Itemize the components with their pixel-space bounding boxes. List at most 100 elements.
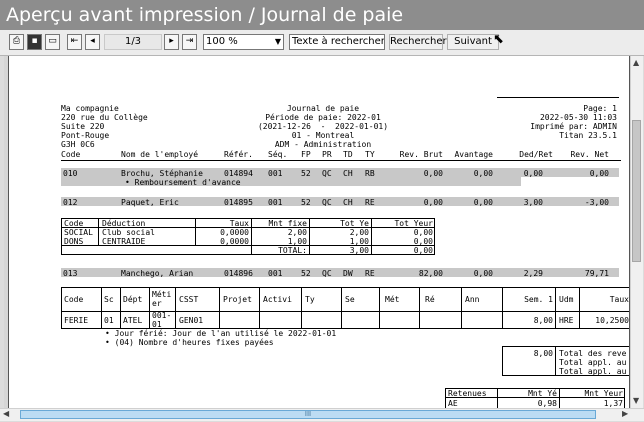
emp-ty: RE <box>365 269 375 278</box>
table-divider <box>101 287 102 328</box>
detail-note-holiday: • Jour férié: Jour de l'an utilisé le 20… <box>105 329 337 338</box>
detail-h-udm: Udm <box>559 295 574 304</box>
emp-net: 79,71 <box>584 269 609 278</box>
search-input[interactable]: Texte à rechercher... <box>289 34 385 50</box>
emp-fp: 52 <box>301 169 311 178</box>
col-fp: FP <box>301 150 311 159</box>
last-page-icon[interactable]: ⇥ <box>182 34 197 50</box>
employee-row[interactable]: 010 Brochu, Stéphanie 014894 001 52 QC C… <box>61 169 621 178</box>
ded-taux: 0,0000 <box>220 237 249 246</box>
ded-totye: 2,00 <box>349 228 369 237</box>
report-page: Ma compagnie 220 rue du Collège Suite 22… <box>8 56 630 408</box>
detail-h-csst: CSST <box>179 295 199 304</box>
col-avantage: Avantage <box>454 150 493 159</box>
table-divider <box>419 287 420 328</box>
detail-metier: 001- 01 <box>152 311 172 329</box>
page-number: Page: 1 <box>583 104 617 113</box>
detail-code: FERIE <box>64 316 89 325</box>
detail-h-ty: Ty <box>305 295 315 304</box>
horizontal-scrollbar[interactable]: ◀ III ▶ <box>0 408 644 421</box>
report-date: 2022-05-30 11:03 <box>539 113 617 122</box>
next-match-button[interactable]: Suivant <box>447 34 499 50</box>
employee-row[interactable]: 012 Paquet, Eric 014895 001 52 QC CH RE … <box>61 198 621 207</box>
detail-h-metier: Méti er <box>152 290 172 308</box>
first-page-icon[interactable]: ⇤ <box>67 34 82 50</box>
next-page-icon[interactable]: ▸ <box>164 34 179 50</box>
detail-h-taux: Taux <box>609 295 629 304</box>
save-icon[interactable]: ▪ <box>27 34 42 50</box>
table-divider <box>309 218 310 255</box>
ded-name: CENTRAIDE <box>102 237 146 246</box>
page-setup-icon[interactable]: ▭ <box>45 34 60 50</box>
table-divider <box>555 346 556 375</box>
company-postal: G3H 0C6 <box>61 140 95 149</box>
toolbar: ⎙ ▪ ▭ ⇤ ◂ 1/3 ▸ ⇥ 100 % ▼ Texte à recher… <box>0 30 644 56</box>
emp-seq: 001 <box>268 169 283 178</box>
company-name: Ma compagnie <box>61 104 119 113</box>
detail-sem1: 8,00 <box>533 316 553 325</box>
emp-pr: QC <box>322 269 332 278</box>
ded-h-totyeur: Tot Yeur <box>394 219 433 228</box>
vertical-scroll-thumb[interactable] <box>632 120 641 262</box>
scroll-left-icon[interactable]: ◀ <box>3 409 9 418</box>
ded-mnt: 2,00 <box>287 228 307 237</box>
ded-code: DONS <box>64 237 84 246</box>
software-version: Titan 23.5.1 <box>559 131 617 140</box>
scroll-down-icon[interactable]: ▼ <box>633 396 639 405</box>
table-divider <box>219 287 220 328</box>
retenues-h-mntyeur: Mnt Yeur <box>584 389 623 398</box>
col-net: Rev. Net <box>570 150 609 159</box>
emp-net: -3,00 <box>584 198 609 207</box>
emp-pr: QC <box>322 169 332 178</box>
summary-label-2: Total appl. au <box>559 358 627 367</box>
emp-ded: 3,00 <box>523 198 543 207</box>
zoom-select[interactable]: 100 % ▼ <box>203 34 284 50</box>
employee-row[interactable]: 013 Manchego, Arian 014896 001 52 QC DW … <box>61 269 621 278</box>
company-address2: Suite 220 <box>61 122 105 131</box>
emp-name: Paquet, Eric <box>121 198 179 207</box>
table-divider <box>497 388 498 408</box>
report-title: Journal de paie <box>286 104 360 113</box>
previous-page-icon[interactable]: ◂ <box>85 34 100 50</box>
company-address1: 220 rue du Collège <box>61 113 148 122</box>
emp-brut: 0,00 <box>423 198 443 207</box>
detail-h-dept: Dépt <box>123 295 143 304</box>
ded-name: Club social <box>102 228 155 237</box>
emp-ref: 014894 <box>224 169 253 178</box>
column-header-row: Code Nom de l'employé Référ. Séq. FP PR … <box>61 150 621 160</box>
emp-ded: 0,00 <box>523 169 543 178</box>
vertical-scrollbar[interactable]: ▲ ▼ <box>630 56 643 408</box>
table-divider <box>175 287 176 328</box>
scroll-right-icon[interactable]: ▶ <box>622 409 628 418</box>
summary-value: 8,00 <box>533 349 553 358</box>
emp-brut: 0,00 <box>423 169 443 178</box>
detail-sc: 01 <box>104 316 114 325</box>
horizontal-scroll-thumb[interactable]: III <box>20 410 596 419</box>
emp-code: 012 <box>63 198 78 207</box>
table-divider <box>301 287 302 328</box>
ded-totyeur: 0,00 <box>413 228 433 237</box>
search-button[interactable]: Rechercher <box>389 34 447 50</box>
chevron-down-icon: ▼ <box>274 37 281 46</box>
emp-ty: RB <box>365 169 375 178</box>
emp-avantage: 0,00 <box>473 269 493 278</box>
page-indicator[interactable]: 1/3 <box>104 34 162 50</box>
detail-taux: 10,2500 <box>595 316 629 325</box>
retenues-h-mntye: Mnt Yé <box>528 389 557 398</box>
ded-h-deduction: Déduction <box>102 219 146 228</box>
emp-name: Manchego, Arian <box>121 269 194 278</box>
emp-fp: 52 <box>301 198 311 207</box>
scroll-up-icon[interactable]: ▲ <box>633 58 639 67</box>
column-header-underline <box>61 160 621 161</box>
detail-header-rule <box>61 311 629 312</box>
ded-taux: 0,0000 <box>220 228 249 237</box>
table-divider <box>579 287 580 328</box>
mouse-cursor-icon: ⬉ <box>493 32 504 47</box>
col-ref: Référ. <box>224 150 253 159</box>
retenues-mntyeur: 1,37 <box>603 399 623 408</box>
preview-area[interactable]: Ma compagnie 220 rue du Collège Suite 22… <box>4 56 630 408</box>
print-icon[interactable]: ⎙ <box>9 34 24 50</box>
detail-h-met: Mét <box>385 295 400 304</box>
table-divider <box>120 287 121 328</box>
col-code: Code <box>61 150 81 159</box>
